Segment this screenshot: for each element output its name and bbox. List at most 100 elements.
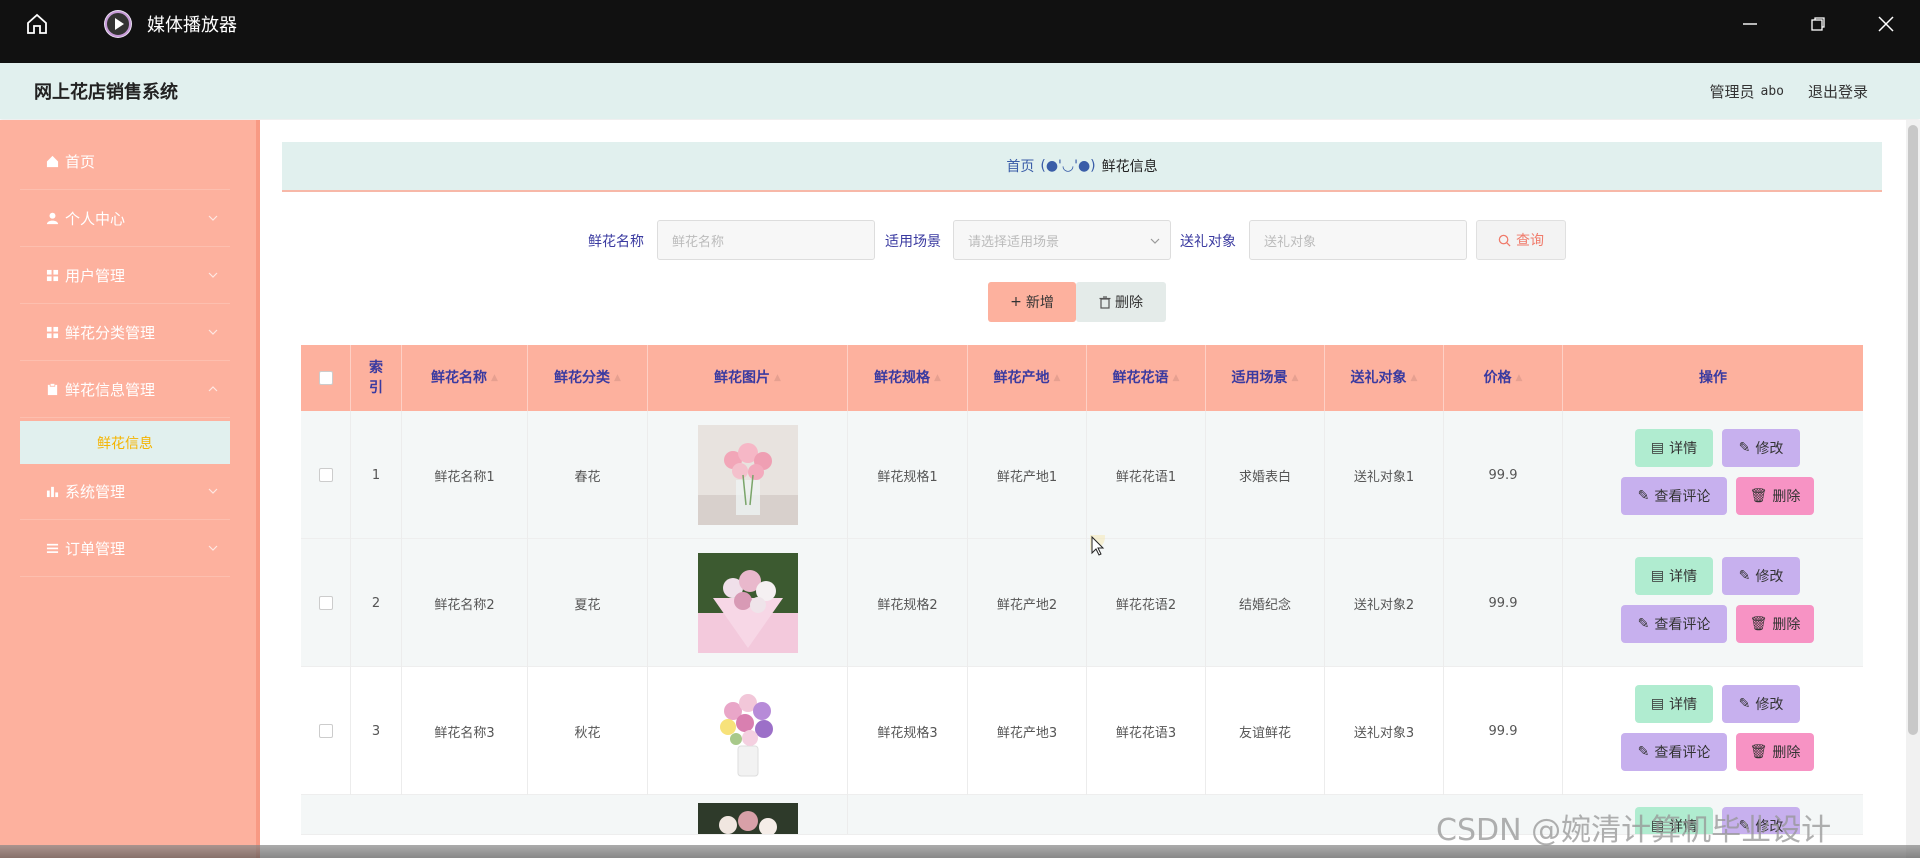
pencil-icon: ✎ <box>1738 440 1751 456</box>
home-icon <box>45 155 59 169</box>
sort-icon: ▲ <box>934 373 941 383</box>
sidebar-item-profile[interactable]: 个人中心 <box>20 191 230 247</box>
trash-icon: 🗑 <box>1749 744 1768 760</box>
header-category[interactable]: 鲜花分类 ▲ <box>528 345 648 411</box>
cell-image <box>648 539 848 667</box>
header-target[interactable]: 送礼对象 ▲ <box>1325 345 1444 411</box>
table-row: 2 鲜花名称2 夏花 鲜花规格2 鲜花产地2 鲜花花语2 结婚纪念 送礼对象2 … <box>301 539 1863 667</box>
trash-icon: 🗑 <box>1749 488 1768 504</box>
flower-name-input[interactable]: 鲜花名称 <box>657 220 875 260</box>
cell-spec: 鲜花规格2 <box>848 539 968 667</box>
select-all-checkbox[interactable] <box>318 371 333 385</box>
logout-link[interactable]: 退出登录 <box>1808 81 1868 102</box>
batch-delete-button[interactable]: 删除 <box>1076 282 1166 322</box>
row-checkbox[interactable] <box>318 468 333 482</box>
header-image[interactable]: 鲜花图片 ▲ <box>648 345 848 411</box>
cell-index: 1 <box>351 411 402 539</box>
delete-button[interactable]: 🗑 删除 <box>1736 733 1814 771</box>
row-select-cell <box>301 411 351 539</box>
header-origin[interactable]: 鲜花产地 ▲ <box>968 345 1087 411</box>
delete-button[interactable]: 🗑 删除 <box>1736 477 1814 515</box>
header-label: 送礼对象 <box>1350 370 1407 386</box>
header-price[interactable]: 价格 ▲ <box>1444 345 1563 411</box>
breadcrumb-home[interactable]: 首页 <box>1006 156 1034 176</box>
cell-target: 送礼对象3 <box>1325 667 1444 795</box>
select-all-cell <box>301 345 351 411</box>
row-checkbox[interactable] <box>318 724 333 738</box>
pencil-icon: ✎ <box>1637 488 1650 504</box>
cell-index: 2 <box>351 539 402 667</box>
delete-label: 删除 <box>1772 489 1801 505</box>
cell-category: 夏花 <box>528 539 648 667</box>
header-label: 操作 <box>1699 370 1727 386</box>
header-language[interactable]: 鲜花花语 ▲ <box>1087 345 1206 411</box>
close-icon[interactable] <box>1852 0 1920 47</box>
cell-target: 送礼对象2 <box>1325 539 1444 667</box>
flower-image[interactable] <box>697 425 798 525</box>
flower-image[interactable] <box>697 803 798 835</box>
sidebar-item-users[interactable]: 用户管理 <box>20 248 230 304</box>
header-spec[interactable]: 鲜花规格 ▲ <box>848 345 968 411</box>
sidebar-item-flower-category[interactable]: 鲜花分类管理 <box>20 305 230 361</box>
detail-button[interactable]: ▤ 详情 <box>1635 429 1713 467</box>
chevron-up-icon <box>208 386 218 392</box>
edit-button[interactable]: ✎ 修改 <box>1722 685 1800 723</box>
sidebar-subitem-flower-info[interactable]: 鲜花信息 <box>20 421 230 464</box>
cell-category: 秋花 <box>528 667 648 795</box>
flower-image[interactable] <box>697 553 798 653</box>
scrollbar-thumb[interactable] <box>1908 125 1918 735</box>
edit-button[interactable]: ✎ 修改 <box>1722 557 1800 595</box>
sidebar-item-system[interactable]: 系统管理 <box>20 464 230 520</box>
header-label: 价格 <box>1483 370 1512 386</box>
person-icon <box>45 212 59 226</box>
add-button-label: 新增 <box>1025 295 1054 311</box>
header-scene[interactable]: 适用场景 ▲ <box>1206 345 1325 411</box>
edit-button[interactable]: ✎ 修改 <box>1722 429 1800 467</box>
header-actions: 操作 <box>1563 345 1863 411</box>
main-content: 首页 (●'◡'●) 鲜花信息 鲜花名称 鲜花名称 适用场景 请选择适用场景 送… <box>260 120 1906 858</box>
cell-origin: 鲜花产地1 <box>968 411 1087 539</box>
view-comments-button[interactable]: ✎ 查看评论 <box>1621 477 1727 515</box>
query-button[interactable]: 查询 <box>1476 220 1566 260</box>
chevron-down-icon <box>1150 238 1160 244</box>
gift-target-input[interactable]: 送礼对象 <box>1249 220 1467 260</box>
media-player-logo-icon <box>104 9 132 38</box>
minimize-icon[interactable] <box>1716 0 1784 47</box>
delete-button[interactable]: 🗑 删除 <box>1736 605 1814 643</box>
sidebar-item-flower-info[interactable]: 鲜花信息管理 <box>20 362 230 418</box>
flower-image[interactable] <box>697 681 798 781</box>
chevron-down-icon <box>208 272 218 278</box>
view-comments-button[interactable]: ✎ 查看评论 <box>1621 605 1727 643</box>
document-icon: ▤ <box>1650 568 1665 584</box>
sidebar-item-orders[interactable]: 订单管理 <box>20 521 230 577</box>
row-checkbox[interactable] <box>318 596 333 610</box>
gift-target-label: 送礼对象 <box>1180 234 1236 250</box>
cell-price: 99.9 <box>1444 539 1563 667</box>
header-name[interactable]: 鲜花名称 ▲ <box>402 345 528 411</box>
add-button[interactable]: + 新增 <box>988 282 1076 322</box>
header-index-label: 索引 <box>369 360 383 396</box>
sidebar-item-home[interactable]: 首页 <box>20 134 230 190</box>
cell-scene: 结婚纪念 <box>1206 539 1325 667</box>
scene-select[interactable]: 请选择适用场景 <box>953 220 1171 260</box>
cell-origin: 鲜花产地2 <box>968 539 1087 667</box>
chevron-down-icon <box>208 488 218 494</box>
sort-icon: ▲ <box>614 373 621 383</box>
table-row: 3 鲜花名称3 秋花 鲜花规格3 鲜花产地3 鲜花花语3 友谊鲜花 送礼对象3 … <box>301 667 1863 795</box>
sidebar-item-label: 订单管理 <box>65 540 126 558</box>
detail-button[interactable]: ▤ 详情 <box>1635 685 1713 723</box>
sidebar-item-label: 首页 <box>65 153 96 171</box>
chevron-down-icon <box>208 215 218 221</box>
detail-label: 详情 <box>1669 569 1698 585</box>
delete-label: 删除 <box>1772 617 1801 633</box>
current-user: 管理员 abo <box>1709 81 1784 102</box>
search-bar: 鲜花名称 鲜花名称 适用场景 请选择适用场景 送礼对象 送礼对象 查询 <box>260 220 1906 260</box>
sidebar-item-label: 鲜花信息管理 <box>65 381 156 399</box>
restore-icon[interactable] <box>1784 0 1852 47</box>
home-icon[interactable] <box>20 7 54 41</box>
cell-image <box>648 667 848 795</box>
detail-button[interactable]: ▤ 详情 <box>1635 557 1713 595</box>
view-comments-button[interactable]: ✎ 查看评论 <box>1621 733 1727 771</box>
cell-name: 鲜花名称2 <box>402 539 528 667</box>
window-controls <box>1716 0 1920 47</box>
